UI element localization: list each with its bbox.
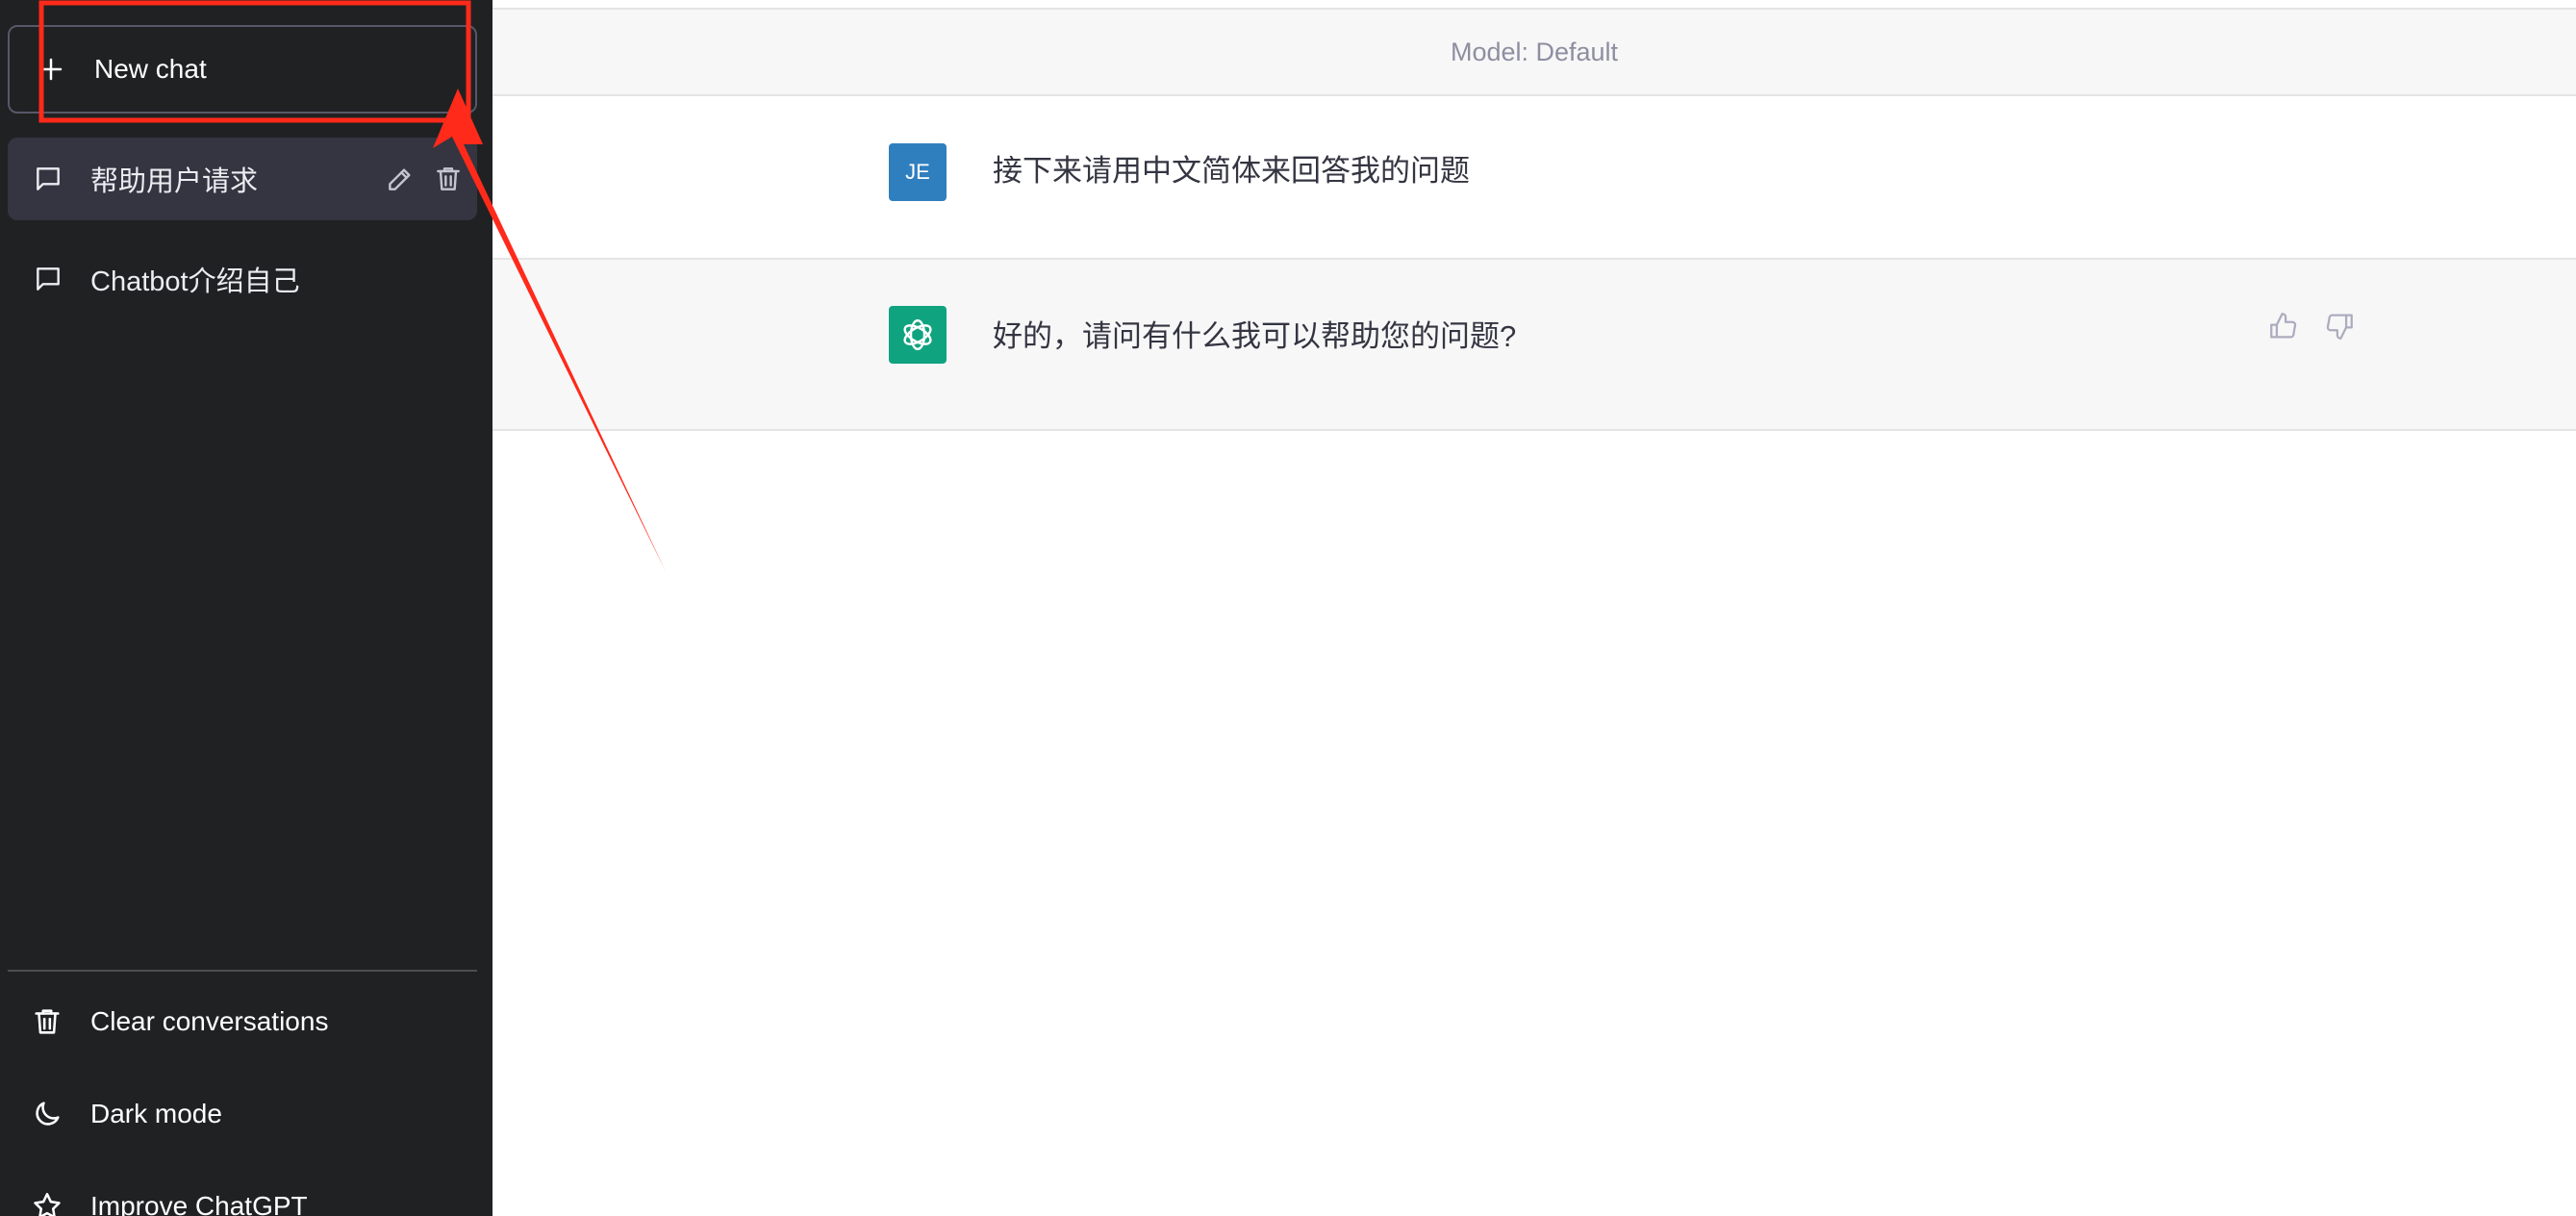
improve-chatgpt-button[interactable]: Improve ChatGPT bbox=[8, 1168, 477, 1216]
trash-icon bbox=[35, 1009, 60, 1034]
user-avatar: JE bbox=[889, 143, 947, 201]
conversation-item-active[interactable]: 帮助用户请求 bbox=[8, 138, 477, 220]
chat-main: Model: Default JE 接下来请用中文简体来回答我的问题 好的，请问… bbox=[492, 0, 2576, 1216]
moon-icon bbox=[36, 1102, 60, 1126]
conversation-actions bbox=[385, 164, 464, 194]
openai-logo-icon bbox=[903, 318, 932, 351]
feedback-controls bbox=[2267, 310, 2356, 342]
dark-mode-button[interactable]: Dark mode bbox=[8, 1076, 477, 1153]
sidebar: New chat 帮助用户请求 Chatbot介绍自己 Clear conver… bbox=[0, 0, 492, 1216]
message-row-user: JE 接下来请用中文简体来回答我的问题 bbox=[492, 96, 2576, 260]
message-icon bbox=[37, 167, 60, 190]
message-text: 好的，请问有什么我可以帮助您的问题? bbox=[993, 319, 1517, 353]
improve-chatgpt-label: Improve ChatGPT bbox=[90, 1191, 308, 1216]
message-icon bbox=[37, 267, 60, 291]
new-chat-label: New chat bbox=[94, 54, 207, 84]
thumbs-down-icon[interactable] bbox=[2323, 310, 2356, 342]
message-text: 接下来请用中文简体来回答我的问题 bbox=[993, 154, 1470, 188]
conversation-title: Chatbot介绍自己 bbox=[90, 266, 300, 297]
new-chat-button[interactable]: New chat bbox=[8, 25, 477, 114]
clear-conversations-label: Clear conversations bbox=[90, 1006, 329, 1036]
sidebar-divider bbox=[8, 970, 477, 972]
model-label: Model: Default bbox=[1450, 37, 1619, 66]
delete-icon[interactable] bbox=[433, 164, 464, 194]
dark-mode-label: Dark mode bbox=[90, 1099, 222, 1128]
conversation-title: 帮助用户请求 bbox=[90, 166, 259, 197]
edit-icon[interactable] bbox=[385, 164, 416, 194]
assistant-avatar bbox=[889, 306, 947, 364]
avatar-initials: JE bbox=[905, 160, 930, 184]
clear-conversations-button[interactable]: Clear conversations bbox=[8, 983, 477, 1060]
thumbs-up-icon[interactable] bbox=[2267, 310, 2300, 342]
model-bar: Model: Default bbox=[492, 8, 2576, 96]
star-icon bbox=[34, 1192, 61, 1216]
message-row-assistant: 好的，请问有什么我可以帮助您的问题? bbox=[492, 260, 2576, 431]
conversation-item[interactable]: Chatbot介绍自己 bbox=[8, 238, 477, 320]
plus-icon bbox=[39, 58, 63, 81]
